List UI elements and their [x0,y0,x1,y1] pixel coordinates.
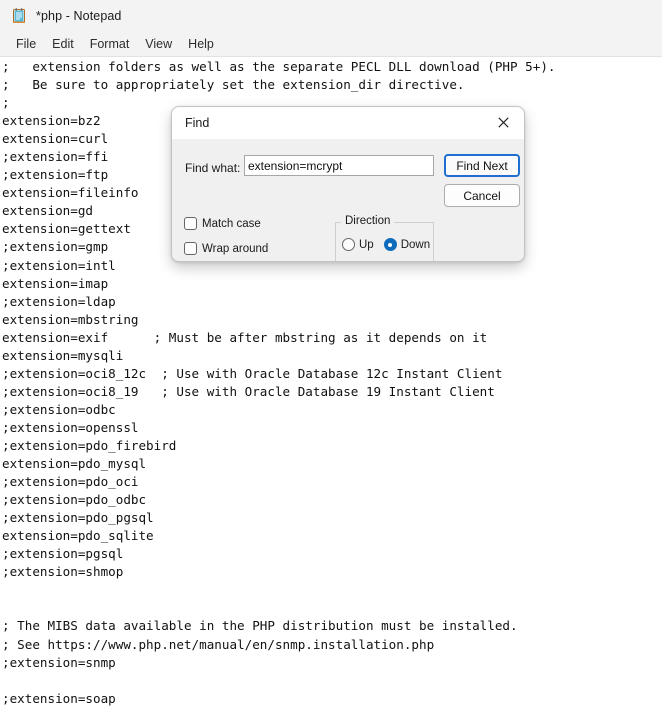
radio-up-indicator [342,238,355,251]
direction-radio-group: Up Down [342,238,440,251]
title-bar: *php - Notepad [0,0,662,32]
wrap-around-label: Wrap around [202,242,269,255]
notepad-window: *php - Notepad File Edit Format View Hel… [0,0,662,710]
menu-item-help[interactable]: Help [180,35,222,53]
menu-item-view[interactable]: View [137,35,180,53]
match-case-label: Match case [202,217,261,230]
radio-down-label: Down [400,238,431,251]
radio-direction-down[interactable]: Down [383,238,431,251]
find-next-button[interactable]: Find Next [444,154,520,177]
menu-bar: File Edit Format View Help [0,32,662,57]
wrap-around-checkbox[interactable]: Wrap around [184,242,268,255]
menu-item-format[interactable]: Format [82,35,138,53]
wrap-around-checkbox-box [184,242,197,255]
close-icon[interactable] [482,107,524,138]
find-dialog-title: Find [185,116,210,130]
match-case-checkbox-box [184,217,197,230]
radio-down-indicator [383,238,397,251]
find-what-input[interactable] [244,155,434,176]
find-what-label: Find what: [185,161,241,175]
direction-legend: Direction [341,215,395,227]
radio-direction-up[interactable]: Up [342,238,374,251]
radio-up-label: Up [359,238,374,251]
find-dialog-title-bar: Find [172,107,524,139]
notepad-icon [11,8,27,24]
match-case-checkbox[interactable]: Match case [184,217,261,230]
cancel-button[interactable]: Cancel [444,184,520,207]
find-dialog-body: Find what: Find Next Cancel Direction Up… [172,139,524,261]
menu-item-edit[interactable]: Edit [44,35,82,53]
menu-item-file[interactable]: File [8,35,44,53]
window-title: *php - Notepad [36,9,122,23]
find-dialog: Find Find what: Find Next Cancel Directi… [171,106,525,262]
